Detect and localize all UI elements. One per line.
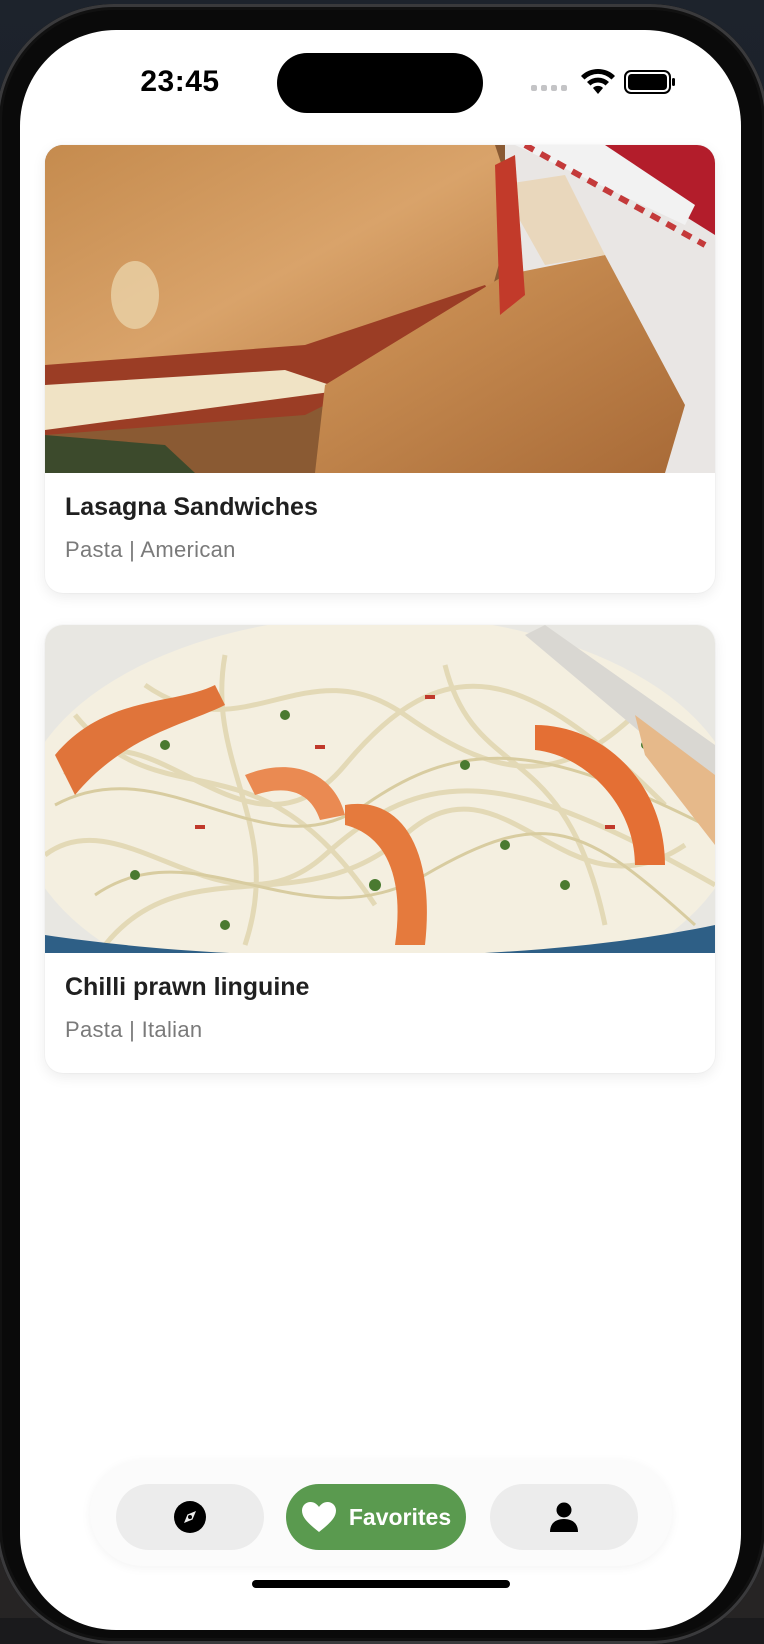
cellular-signal-icon	[531, 85, 571, 93]
phone-screen: 23:45 Lasagna Sandwiches Pasta | America…	[20, 30, 741, 1630]
recipe-image-chilli-prawn-linguine	[45, 625, 715, 953]
recipe-card[interactable]: Chilli prawn linguine Pasta | Italian	[45, 625, 715, 1073]
nav-explore-button[interactable]	[116, 1484, 264, 1550]
wifi-icon	[581, 68, 615, 94]
recipe-title: Chilli prawn linguine	[65, 973, 310, 1001]
battery-icon	[624, 70, 675, 94]
bottom-navigation-bar: Favorites	[90, 1460, 672, 1566]
recipe-subtitle: Pasta | Italian	[65, 1017, 203, 1042]
nav-profile-button[interactable]	[490, 1484, 638, 1550]
status-time: 23:45	[140, 65, 220, 98]
home-indicator[interactable]	[252, 1580, 510, 1588]
dynamic-island	[277, 53, 483, 113]
person-icon	[550, 1502, 578, 1532]
nav-favorites-label: Favorites	[348, 1503, 452, 1530]
recipe-title: Lasagna Sandwiches	[65, 493, 318, 521]
recipe-card[interactable]: Lasagna Sandwiches Pasta | American	[45, 145, 715, 593]
nav-favorites-button[interactable]: Favorites	[286, 1484, 466, 1550]
recipe-subtitle: Pasta | American	[65, 537, 236, 562]
heart-icon	[301, 1502, 336, 1532]
compass-icon	[174, 1501, 206, 1533]
recipe-image-lasagna-sandwiches	[45, 145, 715, 473]
